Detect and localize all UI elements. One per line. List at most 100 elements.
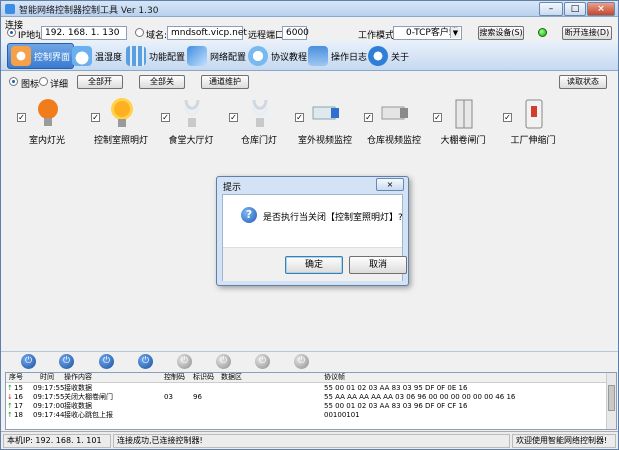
device-item[interactable]: ✓ 大棚卷闸门 — [425, 93, 495, 153]
power-button-3[interactable]: ⏻ — [99, 354, 114, 369]
tab-operation-log[interactable]: 操作日志 — [305, 43, 370, 69]
maximize-button[interactable]: □ — [564, 2, 586, 16]
tab-temperature[interactable]: 温湿度 — [69, 43, 125, 69]
device-item[interactable]: ✓ 仓库门灯 — [221, 93, 291, 153]
device-name: 食堂大厅灯 — [168, 136, 214, 146]
log-header: 序号 时间 操作内容 控制码 标识码 数据区 协议帧 — [6, 373, 606, 383]
dialog-title: 提示 — [223, 183, 242, 193]
ok-button[interactable]: 确定 — [285, 256, 343, 274]
power-button-7[interactable]: ⏻ — [255, 354, 270, 369]
power-button-1[interactable]: ⏻ — [21, 354, 36, 369]
local-ip-status: 本机IP: 192. 168. 1. 101 — [3, 434, 111, 448]
disconnect-button[interactable]: 断开连接(D) — [562, 26, 612, 40]
tab-network-config[interactable]: 网络配置 — [184, 43, 249, 69]
device-name: 工厂伸缩门 — [510, 136, 556, 146]
window-title: 智能网络控制器控制工具 Ver 1.30 — [19, 6, 159, 16]
device-item[interactable]: ✓ 食堂大厅灯 — [153, 93, 223, 153]
door-icon — [455, 99, 473, 129]
device-item[interactable]: ✓ 室内灯光 — [9, 93, 79, 153]
tab-function-config[interactable]: 功能配置 — [123, 43, 188, 69]
connection-message: 连接成功,已连接控制器! — [113, 434, 510, 448]
read-status-button[interactable]: 读取状态 — [559, 75, 607, 89]
bulb-off-icon — [38, 99, 58, 126]
camera-off-icon — [381, 106, 408, 120]
device-name: 室外视频监控 — [297, 136, 352, 146]
device-checkbox[interactable]: ✓ — [91, 113, 100, 122]
device-checkbox[interactable]: ✓ — [433, 113, 442, 122]
dialog-footer: 确定 取消 — [223, 247, 407, 281]
device-name: 仓库门灯 — [240, 136, 277, 146]
main-tab-bar: 控制界面 温湿度 功能配置 网络配置 协议教程 操作日志 关于 — [1, 41, 618, 71]
dialog-message: 是否执行当关闭【控制室照明灯】? — [263, 213, 403, 223]
scrollbar-thumb[interactable] — [608, 385, 615, 411]
device-name: 室内灯光 — [28, 136, 65, 146]
device-name: 控制室照明灯 — [93, 136, 148, 146]
log-table: 序号 时间 操作内容 控制码 标识码 数据区 协议帧 ↑ 15 09:17:55… — [5, 372, 617, 430]
direction-icon: ↑ — [7, 402, 13, 410]
power-button-6[interactable]: ⏻ — [216, 354, 231, 369]
table-row[interactable]: ↑ 17 09:17:00 接收数据 55 00 01 02 03 AA 83 … — [6, 402, 606, 411]
device-name: 仓库视频监控 — [366, 136, 421, 146]
device-item[interactable]: ✓ 室外视频监控 — [287, 93, 357, 153]
channel-maintenance-button[interactable]: 通道维护 — [201, 75, 249, 89]
all-on-button[interactable]: 全部开 — [77, 75, 123, 89]
bulb-on-icon — [111, 98, 133, 127]
tab-control[interactable]: 控制界面 — [7, 43, 75, 69]
question-icon: ? — [241, 207, 257, 223]
tab-about[interactable]: 关于 — [365, 43, 412, 69]
device-name: 大棚卷闸门 — [440, 136, 486, 146]
device-item[interactable]: ✓ 仓库视频监控 — [356, 93, 426, 153]
connection-status-led-icon — [538, 28, 547, 37]
cfl-bulb-icon — [252, 99, 268, 127]
minimize-button[interactable]: – — [539, 2, 563, 16]
cloud-icon — [72, 46, 92, 66]
power-button-bar: ⏻ ⏻ ⏻ ⏻ ⏻ ⏻ ⏻ ⏻ — [1, 351, 618, 371]
ip-radio[interactable] — [7, 28, 16, 37]
power-button-2[interactable]: ⏻ — [59, 354, 74, 369]
device-checkbox[interactable]: ✓ — [17, 113, 26, 122]
device-item[interactable]: ✓ 控制室照明灯 — [83, 93, 153, 153]
col-control-code: 控制码 — [164, 373, 185, 381]
device-checkbox[interactable]: ✓ — [295, 113, 304, 122]
col-time: 时间 — [40, 373, 54, 381]
domain-radio[interactable] — [135, 28, 144, 37]
device-checkbox[interactable]: ✓ — [161, 113, 170, 122]
network-icon — [187, 46, 207, 66]
table-row[interactable]: ↑ 18 09:17:44 接收心跳包上报 00100101 — [6, 411, 606, 420]
search-device-button[interactable]: 搜索设备(S) — [478, 26, 524, 40]
detail-view-label: 详细 — [50, 80, 69, 90]
device-checkbox[interactable]: ✓ — [229, 113, 238, 122]
device-item[interactable]: ✓ 工厂伸缩门 — [495, 93, 565, 153]
power-button-5[interactable]: ⏻ — [177, 354, 192, 369]
grid-icon — [126, 46, 146, 66]
domain-input[interactable]: mndsoft.vicp.net — [167, 26, 247, 40]
direction-icon: ↓ — [7, 393, 13, 401]
log-icon — [308, 46, 328, 66]
direction-icon: ↑ — [7, 411, 13, 419]
mode-label: 工作模式: — [358, 31, 398, 41]
detail-view-radio[interactable] — [39, 77, 48, 86]
ip-address-input[interactable]: 192. 168. 1. 130 — [41, 26, 127, 40]
icon-view-radio[interactable] — [9, 77, 18, 86]
col-seq: 序号 — [9, 373, 23, 381]
status-bar: 本机IP: 192. 168. 1. 101 连接成功,已连接控制器! 欢迎使用… — [1, 431, 618, 449]
cancel-button[interactable]: 取消 — [349, 256, 407, 274]
table-row[interactable]: ↓ 16 09:17:55 关闭大棚卷闸门 03 96 55 AA AA AA … — [6, 393, 606, 402]
direction-icon: ↑ — [7, 384, 13, 392]
device-checkbox[interactable]: ✓ — [503, 113, 512, 122]
dialog-close-button[interactable]: × — [376, 178, 404, 191]
power-button-8[interactable]: ⏻ — [294, 354, 309, 369]
tab-protocol-guide[interactable]: 协议教程 — [245, 43, 310, 69]
table-row[interactable]: ↑ 15 09:17:55 接收数据 55 00 01 02 03 AA 83 … — [6, 384, 606, 393]
power-icon — [11, 46, 31, 66]
help-icon — [248, 46, 268, 66]
mode-select[interactable]: 0-TCP客户端 ▼ — [393, 26, 462, 40]
port-input[interactable]: 6000 — [282, 26, 309, 40]
power-button-4[interactable]: ⏻ — [138, 354, 153, 369]
log-scrollbar[interactable] — [606, 373, 616, 429]
all-off-button[interactable]: 全部关 — [139, 75, 185, 89]
col-frame: 协议帧 — [324, 373, 345, 381]
close-button[interactable]: × — [587, 2, 615, 16]
col-flag-code: 标识码 — [193, 373, 214, 381]
device-checkbox[interactable]: ✓ — [364, 113, 373, 122]
